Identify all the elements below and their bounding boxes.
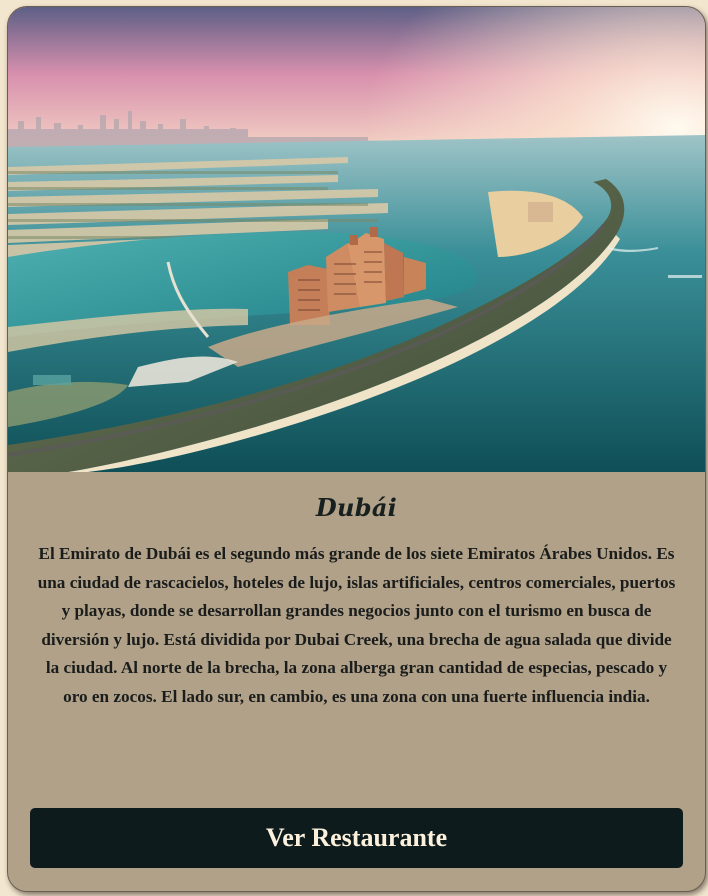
- destination-title: Dubái: [315, 493, 398, 522]
- destination-description: El Emirato de Dubái es el segundo más gr…: [37, 544, 676, 706]
- view-restaurant-button[interactable]: Ver Restaurante: [30, 808, 683, 868]
- destination-card: Dubái El Emirato de Dubái es el segundo …: [7, 6, 706, 892]
- dubai-photo: [8, 7, 705, 472]
